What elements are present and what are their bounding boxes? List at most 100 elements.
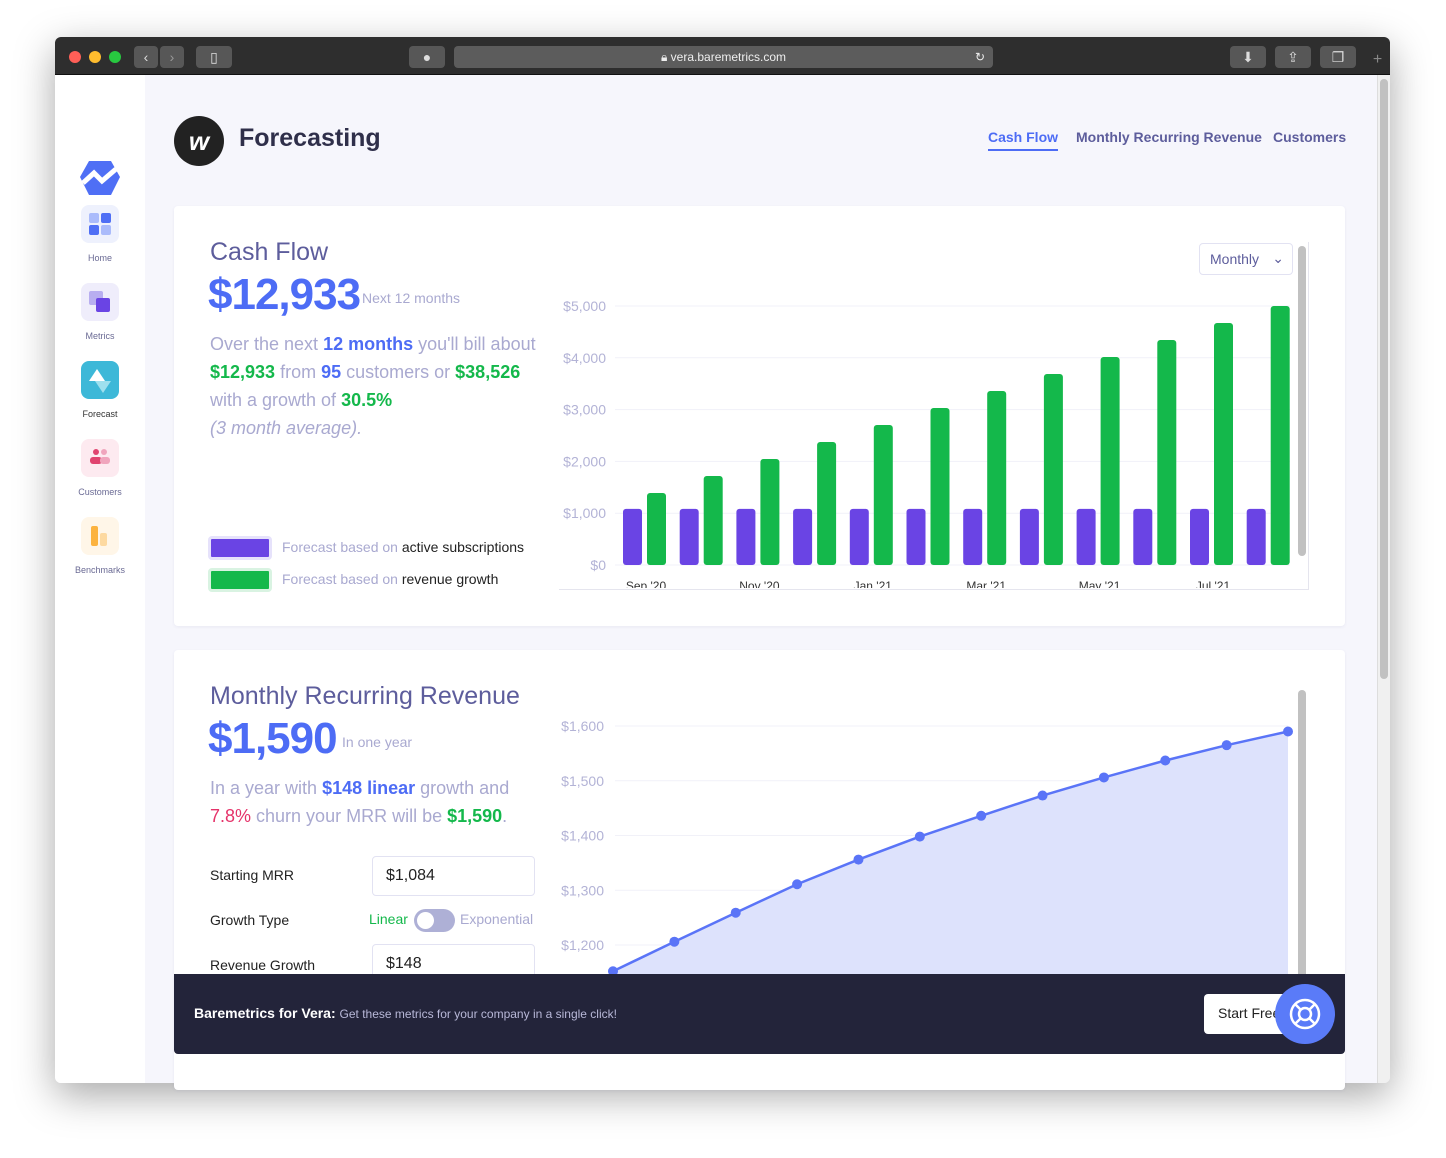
mrr-point — [1283, 726, 1293, 737]
back-icon[interactable]: ‹ — [134, 46, 158, 68]
sidebar-item-metrics[interactable] — [81, 283, 119, 321]
bar-revenue-growth — [1043, 374, 1063, 565]
bar-revenue-growth — [760, 459, 780, 565]
close-window-button[interactable] — [69, 51, 81, 63]
x-tick-label: Jan '21 — [854, 579, 893, 588]
growth-type-toggle[interactable] — [414, 909, 455, 932]
y-tick-label: $4,000 — [563, 350, 606, 366]
mrr-area — [613, 731, 1288, 974]
promo-text: Baremetrics for Vera: Get these metrics … — [194, 1005, 617, 1021]
tabs-icon[interactable]: ❐ — [1320, 46, 1356, 68]
revenue-growth-label: Revenue Growth — [210, 957, 316, 973]
mrr-point — [1160, 755, 1171, 766]
bar-revenue-growth — [817, 441, 837, 565]
linear-option[interactable]: Linear — [369, 911, 408, 927]
sidebar-item-benchmarks[interactable] — [81, 517, 119, 555]
customers-icon — [90, 449, 110, 464]
sidebar-item-home[interactable] — [81, 205, 119, 243]
sidebar-label-forecast: Forecast — [82, 409, 118, 419]
mrr-point — [1221, 740, 1232, 751]
mrr-point — [1037, 790, 1048, 801]
bar-active-subscriptions — [906, 508, 926, 565]
bar-active-subscriptions — [623, 508, 642, 565]
mrr-amount: $1,590 — [208, 714, 338, 763]
cash-flow-period: Next 12 months — [362, 290, 461, 306]
bar-active-subscriptions — [1019, 508, 1039, 565]
y-tick-label: $1,400 — [561, 828, 604, 844]
x-tick-label: Sep '20 — [626, 579, 667, 588]
bar-revenue-growth — [987, 391, 1007, 565]
mrr-point — [1098, 772, 1109, 783]
period-dropdown[interactable]: Monthly ⌄ — [1199, 243, 1293, 275]
bar-revenue-growth — [647, 492, 666, 565]
x-tick-label: Nov '20 — [739, 579, 780, 588]
forward-icon[interactable]: › — [160, 46, 184, 68]
sidebar-label-metrics: Metrics — [85, 331, 115, 341]
mrr-point — [669, 936, 680, 947]
tab-mrr[interactable]: Monthly Recurring Revenue — [1076, 129, 1262, 145]
growth-type-label: Growth Type — [210, 912, 290, 928]
sidebar-label-home: Home — [87, 253, 112, 263]
x-tick-label: Jul '21 — [1196, 579, 1231, 588]
sidebar-item-customers[interactable] — [81, 439, 119, 477]
starting-mrr-label: Starting MRR — [210, 867, 295, 883]
bar-active-subscriptions — [736, 508, 756, 565]
metrics-icon — [89, 291, 110, 312]
bar-revenue-growth — [1100, 357, 1120, 565]
new-tab-icon[interactable]: + — [1365, 51, 1390, 75]
bar-active-subscriptions — [793, 508, 813, 565]
scrollbar-thumb[interactable] — [1380, 79, 1388, 679]
mrr-point — [853, 854, 864, 865]
grammarly-icon[interactable]: ● — [409, 46, 445, 68]
legend-swatch-revenue-growth — [208, 568, 272, 592]
maximize-window-button[interactable] — [109, 51, 121, 63]
mrr-point — [608, 966, 618, 974]
cash-flow-summary: Over the next 12 months you'll bill abou… — [210, 334, 536, 438]
sidebar-toggle-icon[interactable]: ▯ — [196, 46, 232, 68]
url-text: vera.baremetrics.com — [670, 50, 787, 64]
mrr-chart: $1,200 $1,300 $1,400 $1,500 $1,600 — [561, 718, 1293, 974]
share-icon[interactable]: ⇪ — [1275, 46, 1311, 68]
bar-revenue-growth — [873, 424, 893, 565]
starting-mrr-input[interactable]: $1,084 — [372, 856, 535, 896]
bar-active-subscriptions — [679, 508, 699, 565]
tab-cash-flow[interactable]: Cash Flow — [988, 129, 1059, 151]
y-tick-label: $2,000 — [563, 453, 606, 469]
legend-active-subscriptions: Forecast based on active subscriptions — [282, 539, 525, 555]
y-tick-label: $1,200 — [561, 937, 604, 953]
sidebar-item-forecast[interactable] — [81, 361, 119, 399]
bar-revenue-growth — [930, 407, 950, 565]
downloads-icon[interactable]: ⬇ — [1230, 46, 1266, 68]
help-button[interactable] — [1275, 984, 1335, 1044]
company-avatar: w — [174, 116, 224, 166]
mrr-title: Monthly Recurring Revenue — [210, 682, 520, 710]
page-scrollbar[interactable] — [1377, 75, 1390, 1083]
mrr-summary: In a year with $148 linear growth and 7.… — [210, 778, 510, 826]
cash-flow-chart: $0 $1,000 $2,000 $3,000 $4,000 $5,000 Sep '20 N… — [563, 298, 1290, 588]
minimize-window-button[interactable] — [89, 51, 101, 63]
page-title: Forecasting — [239, 124, 381, 152]
bar-revenue-growth — [1270, 306, 1290, 565]
mrr-point — [792, 879, 803, 890]
cash-flow-amount: $12,933 — [208, 270, 361, 319]
forecast-icon — [89, 369, 111, 393]
y-tick-label: $0 — [590, 557, 606, 573]
sidebar: Home Metrics Forecast Customers Benchmar… — [55, 75, 145, 1083]
bar-active-subscriptions — [849, 508, 869, 565]
sidebar-label-benchmarks: Benchmarks — [74, 565, 126, 575]
baremetrics-logo-icon[interactable] — [79, 159, 121, 197]
home-icon — [89, 213, 111, 235]
y-tick-label: $3,000 — [563, 402, 606, 418]
legend-swatch-active-subscriptions — [208, 536, 272, 560]
address-bar[interactable]: 🔒︎ vera.baremetrics.com ↻ — [454, 46, 993, 68]
bar-active-subscriptions — [1076, 508, 1096, 565]
chevron-down-icon: ⌄ — [1272, 250, 1284, 266]
mrr-point — [730, 907, 741, 918]
exponential-option[interactable]: Exponential — [460, 911, 533, 927]
tab-customers[interactable]: Customers — [1273, 129, 1346, 145]
lock-icon: 🔒︎ — [660, 50, 671, 64]
legend-revenue-growth: Forecast based on revenue growth — [282, 571, 499, 587]
reload-icon[interactable]: ↻ — [975, 46, 985, 68]
bar-revenue-growth — [703, 476, 723, 565]
sidebar-label-customers: Customers — [78, 487, 122, 497]
